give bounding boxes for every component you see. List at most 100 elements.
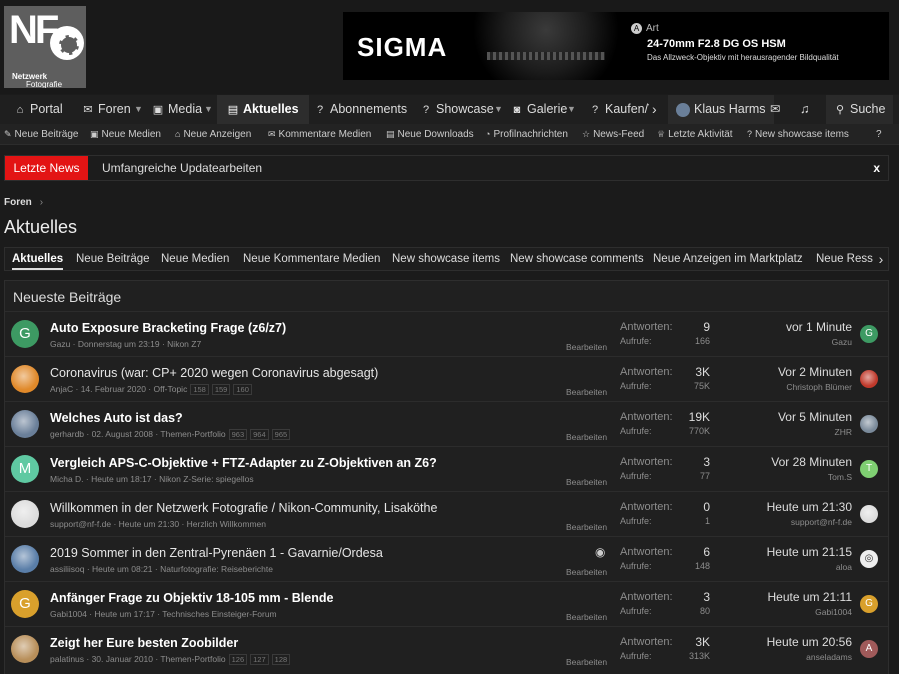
nav-kaufen[interactable]: ? Kaufen/V [589, 95, 649, 124]
site-logo[interactable]: NF Netzwerk Fotografie [4, 6, 86, 88]
page-link[interactable]: 965 [271, 429, 291, 440]
avatar[interactable] [11, 635, 39, 663]
thread-title[interactable]: Auto Exposure Bracketing Frage (z6/z7) [50, 321, 286, 335]
last-post-user[interactable]: Christoph Blümer [786, 382, 852, 392]
thread-title[interactable]: Vergleich APS-C-Objektive + FTZ-Adapter … [50, 456, 437, 470]
avatar[interactable] [11, 500, 39, 528]
tab-new-showcase-items[interactable]: New showcase items [392, 248, 500, 270]
subnav-neue-anzeigen[interactable]: ⌂ Neue Anzeigen [175, 124, 251, 145]
page-link[interactable]: 159 [211, 384, 231, 395]
last-post-avatar[interactable] [860, 415, 878, 433]
last-post-time[interactable]: Heute um 21:11 [768, 590, 853, 604]
inbox-button[interactable]: ✉ [770, 95, 780, 124]
search-button[interactable]: ⚲ Suche [826, 95, 894, 124]
tab-new-showcase-comments[interactable]: New showcase comments [510, 248, 644, 270]
table-row[interactable]: M Vergleich APS-C-Objektive + FTZ-Adapter… [5, 446, 888, 491]
nav-aktuelles[interactable]: ▤ Aktuelles [217, 95, 309, 124]
user-menu[interactable]: Klaus Harms [668, 95, 774, 124]
last-post-user[interactable]: anseladams [806, 652, 852, 662]
last-post-user[interactable]: Gabi1004 [815, 607, 852, 617]
nav-foren[interactable]: ✉ Foren ▼ [82, 95, 143, 124]
subnav-neue-medien[interactable]: ▣ Neue Medien [90, 124, 161, 145]
subnav-kommentare-medien[interactable]: ✉ Kommentare Medien [268, 124, 371, 145]
page-link[interactable]: 127 [250, 654, 269, 665]
last-post-avatar[interactable] [860, 505, 878, 523]
avatar[interactable]: M [11, 455, 39, 483]
subnav-new-showcase-items[interactable]: ? New showcase items [747, 124, 849, 145]
tab-neue-kommentare-medien[interactable]: Neue Kommentare Medien [243, 248, 380, 270]
avatar[interactable] [11, 410, 39, 438]
subnav-news-feed[interactable]: ☆ News-Feed [582, 124, 644, 145]
chevron-down-icon[interactable]: ▼ [567, 95, 576, 124]
nav-showcase[interactable]: ? Showcase ▼ [420, 95, 503, 124]
last-post-user[interactable]: Tom.S [828, 472, 852, 482]
edit-link[interactable]: Bearbeiten [566, 477, 607, 487]
tab-neue-medien[interactable]: Neue Medien [161, 248, 229, 270]
subnav-letzte-aktivitaet[interactable]: ♕ Letzte Aktivität [657, 124, 733, 145]
edit-link[interactable]: Bearbeiten [566, 612, 607, 622]
edit-link[interactable]: Bearbeiten [566, 567, 607, 577]
last-post-user[interactable]: Gazu [832, 337, 852, 347]
tab-neue-anzeigen[interactable]: Neue Anzeigen im Marktplatz [653, 248, 803, 270]
last-post-time[interactable]: Vor 28 Minuten [771, 455, 852, 469]
chevron-down-icon[interactable]: ▼ [494, 95, 503, 124]
last-post-time[interactable]: Heute um 21:15 [767, 545, 852, 559]
page-link[interactable]: 126 [228, 654, 248, 665]
thread-title[interactable]: Welches Auto ist das? [50, 411, 183, 425]
nav-galerie[interactable]: ◙ Galerie ▼ [511, 95, 577, 124]
alerts-button[interactable]: ♫ [800, 95, 809, 124]
last-post-user[interactable]: support@nf-f.de [791, 517, 852, 527]
subnav-neue-downloads[interactable]: ▤ Neue Downloads [386, 124, 474, 145]
last-post-avatar[interactable]: ◎ [860, 550, 878, 568]
page-link[interactable]: 128 [271, 654, 291, 665]
thread-title[interactable]: Anfänger Frage zu Objektiv 18-105 mm - B… [50, 591, 333, 605]
ad-banner[interactable]: SIGMA A Art 24-70mm F2.8 DG OS HSM Das Al… [343, 12, 889, 80]
last-post-avatar[interactable]: G [860, 595, 878, 613]
last-post-user[interactable]: ZHR [835, 427, 852, 437]
last-post-user[interactable]: aloa [836, 562, 852, 572]
page-link[interactable]: 160 [233, 384, 252, 395]
edit-link[interactable]: Bearbeiten [566, 522, 607, 532]
page-link[interactable]: 158 [190, 384, 209, 395]
edit-link[interactable]: Bearbeiten [566, 387, 607, 397]
last-post-time[interactable]: Vor 2 Minuten [778, 365, 852, 379]
subnav-profilnachrichten[interactable]: ◔ Profilnachrichten [485, 124, 568, 145]
table-row[interactable]: Zeigt her Eure besten Zoobilder palatinus… [5, 626, 888, 671]
last-post-time[interactable]: vor 1 Minute [786, 320, 852, 334]
breadcrumb-foren[interactable]: Foren [4, 197, 32, 208]
last-post-avatar[interactable]: T [860, 460, 878, 478]
thread-title[interactable]: Coronavirus (war: CP+ 2020 wegen Coronav… [50, 366, 378, 380]
table-row[interactable]: G Anfänger Frage zu Objektiv 18-105 mm - … [5, 581, 888, 626]
chevron-down-icon[interactable]: ▼ [204, 95, 213, 124]
page-link[interactable]: 964 [250, 429, 269, 440]
nav-abonnements[interactable]: ? Abonnements [314, 95, 407, 124]
subnav-more[interactable]: ? [876, 124, 882, 145]
last-post-time[interactable]: Heute um 21:30 [767, 500, 852, 514]
avatar[interactable]: G [11, 590, 39, 618]
nav-media[interactable]: ▣ Media ▼ [152, 95, 214, 124]
chevron-down-icon[interactable]: ▼ [134, 95, 143, 124]
subnav-neue-beitraege[interactable]: ✎ Neue Beiträge [4, 124, 78, 145]
table-row[interactable]: Coronavirus (war: CP+ 2020 wegen Coronav… [5, 356, 888, 401]
page-link[interactable]: 963 [228, 429, 248, 440]
avatar[interactable] [11, 365, 39, 393]
edit-link[interactable]: Bearbeiten [566, 432, 607, 442]
chevron-right-icon[interactable]: › [874, 248, 888, 270]
table-row[interactable]: 2019 Sommer in den Zentral-Pyrenäen 1 - … [5, 536, 888, 581]
nav-portal[interactable]: ⌂ Portal [14, 95, 63, 124]
last-post-avatar[interactable]: A [860, 640, 878, 658]
last-post-avatar[interactable]: G [860, 325, 878, 343]
last-post-time[interactable]: Vor 5 Minuten [778, 410, 852, 424]
last-post-time[interactable]: Heute um 20:56 [767, 635, 852, 649]
tab-neue-beitraege[interactable]: Neue Beiträge [76, 248, 150, 270]
tab-neue-ressourcen[interactable]: Neue Ress [816, 248, 873, 270]
close-icon[interactable]: x [873, 156, 880, 180]
avatar[interactable]: G [11, 320, 39, 348]
thread-title[interactable]: Zeigt her Eure besten Zoobilder [50, 636, 238, 650]
thread-title[interactable]: Willkommen in der Netzwerk Fotografie / … [50, 501, 437, 515]
table-row[interactable]: Welches Auto ist das? gerhardb · 02. Augu… [5, 401, 888, 446]
news-link[interactable]: Umfangreiche Updatearbeiten [102, 156, 262, 180]
nav-scroll-right[interactable]: › [652, 95, 657, 124]
edit-link[interactable]: Bearbeiten [566, 342, 607, 352]
table-row[interactable]: Willkommen in der Netzwerk Fotografie / … [5, 491, 888, 536]
